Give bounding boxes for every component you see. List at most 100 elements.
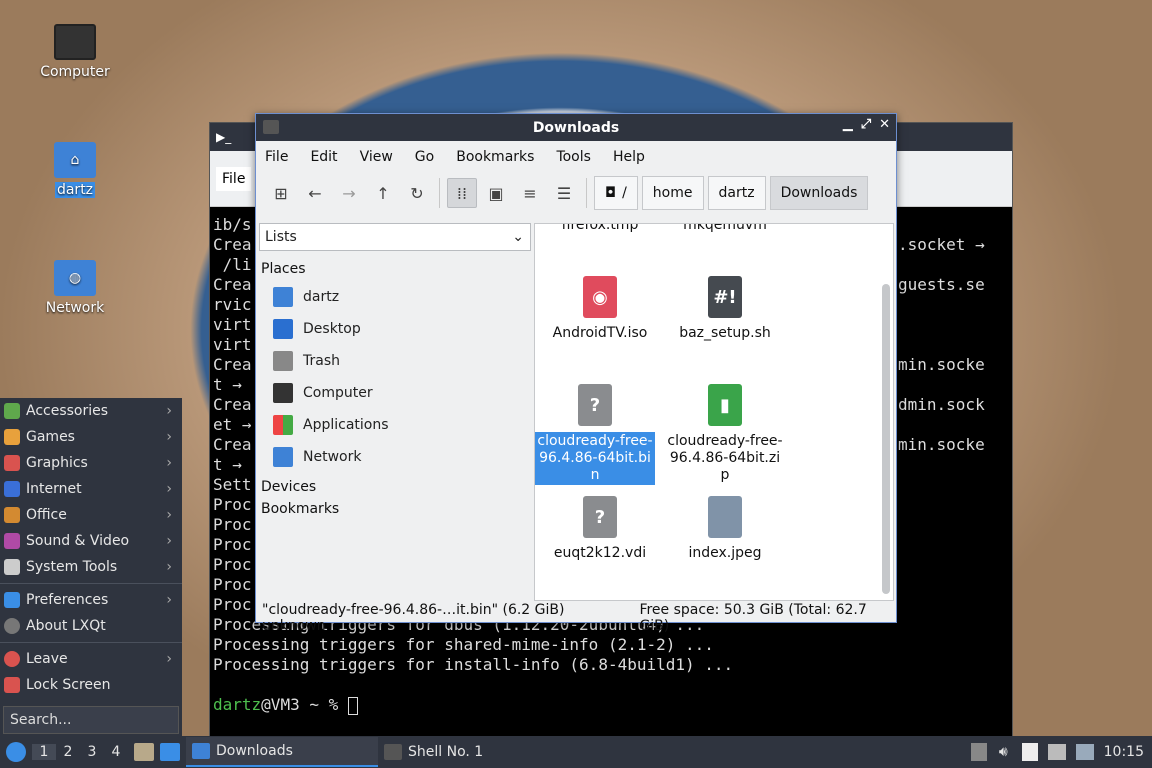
desktop-icon-label: Network [45,300,105,316]
place-desktop[interactable]: Desktop [259,313,531,345]
close-icon[interactable]: ✕ [879,117,890,132]
menu-item-office[interactable]: Office › [0,502,182,528]
menu-item-preferences[interactable]: Preferences › [0,587,182,613]
path-home-button[interactable]: home [641,176,704,210]
terminal-icon [384,744,402,760]
menu-item-system-tools[interactable]: System Tools › [0,554,182,580]
tray-updates-icon[interactable] [970,743,987,761]
place-trash[interactable]: Trash [259,345,531,377]
path-downloads-button[interactable]: Downloads [769,176,869,210]
reload-icon[interactable]: ↻ [402,178,432,208]
quicklaunch-file-manager-icon[interactable] [134,743,154,761]
back-arrow-icon[interactable]: ← [300,178,330,208]
menu-edit[interactable]: Edit [310,149,348,165]
terminal-prompt[interactable]: dartz@VM3 ~ % [213,695,1009,715]
menu-item-games[interactable]: Games › [0,424,182,450]
file-item-partial[interactable]: firefox.tmp [540,224,660,235]
workspace-1[interactable]: 1 [32,744,56,760]
menu-item-leave[interactable]: Leave › [0,646,182,672]
terminal-line-fragment [898,255,985,275]
new-tab-icon[interactable]: ⊞ [266,178,296,208]
menu-search-input[interactable]: Search... [3,706,179,734]
menu-tools[interactable]: Tools [556,149,602,165]
file-item[interactable]: ? cloudready-free-96.4.86-64bit.bin [535,384,655,485]
vertical-scrollbar[interactable] [882,284,890,594]
place-applications[interactable]: Applications [259,409,531,441]
show-desktop-icon[interactable] [160,743,180,761]
workspace-3[interactable]: 3 [80,744,104,760]
menu-item-lock-screen[interactable]: Lock Screen [0,672,182,698]
status-selection: "cloudready-free-96.4.86-…it.bin" (6.2 G… [262,602,565,634]
start-menu-button[interactable] [0,736,32,768]
side-pane-mode-select[interactable]: Lists ⌄ [259,223,531,251]
category-icon [4,507,20,523]
place-dartz[interactable]: dartz [259,281,531,313]
applications-icon [273,415,293,435]
file-item[interactable]: index.jpeg [665,496,785,563]
desktop-icon-network[interactable]: ◍ Network [35,260,115,316]
file-name: euqt2k12.vdi [553,545,647,561]
side-pane: Lists ⌄ Places dartz Desktop Trash Compu… [259,223,531,601]
file-name: AndroidTV.iso [552,325,648,341]
menu-go[interactable]: Go [415,149,445,165]
menu-item-about[interactable]: About LXQt [0,613,182,639]
maximize-icon[interactable]: ⤢ [861,117,871,132]
network-status-icon[interactable] [1047,744,1066,760]
terminal-line-fragment: guests.se [898,275,985,294]
menu-view[interactable]: View [360,149,404,165]
desktop-icon-dartz[interactable]: ⌂ dartz [35,142,115,198]
category-icon [4,403,20,419]
place-network[interactable]: Network [259,441,531,473]
terminal-line-fragment [898,375,985,395]
menu-item-internet[interactable]: Internet › [0,476,182,502]
path-root-button[interactable]: ◘ / [594,176,638,210]
menu-help[interactable]: Help [613,149,656,165]
toolbar-separator [586,178,587,208]
file-item[interactable]: #! baz_setup.sh [665,276,785,343]
file-item[interactable]: ◉ AndroidTV.iso [540,276,660,343]
clipboard-icon[interactable] [1021,743,1038,761]
compact-view-icon[interactable]: ≡ [515,178,545,208]
menu-item-graphics[interactable]: Graphics › [0,450,182,476]
file-item[interactable]: ? euqt2k12.vdi [540,496,660,563]
chevron-right-icon: › [166,403,172,419]
toolbar: ⊞ ← → ↑ ↻ ⁞⁞ ▣ ≡ ☰ ◘ / home dartz Downloa… [256,173,896,213]
menu-bookmarks[interactable]: Bookmarks [456,149,545,165]
file-item[interactable]: ▮ cloudready-free-96.4.86-64bit.zip [665,384,785,485]
menu-item-sound-video[interactable]: Sound & Video › [0,528,182,554]
up-arrow-icon[interactable]: ↑ [368,178,398,208]
icon-view-icon[interactable]: ⁞⁞ [447,178,477,208]
minimize-icon[interactable]: ▁ [843,117,853,132]
desktop-icon-computer[interactable]: Computer [35,24,115,80]
forward-arrow-icon[interactable]: → [334,178,364,208]
file-name: baz_setup.sh [679,325,771,341]
task-shell[interactable]: Shell No. 1 [378,737,570,767]
place-computer[interactable]: Computer [259,377,531,409]
thumbnail-view-icon[interactable]: ▣ [481,178,511,208]
archive-icon: ▮ [708,384,742,426]
workspace-2[interactable]: 2 [56,744,80,760]
task-downloads[interactable]: Downloads [186,737,378,767]
file-view[interactable]: firefox.tmp mkqemuvm ◉ AndroidTV.iso #! baz… [534,223,894,601]
window-title: Downloads [532,119,620,136]
notification-icon[interactable] [1075,744,1094,760]
menu-file[interactable]: File [265,149,299,165]
chevron-right-icon: › [166,481,172,497]
volume-icon[interactable]: 🔊︎ [999,744,1008,760]
window-titlebar[interactable]: Downloads ▁ ⤢ ✕ [256,114,896,141]
terminal-line-fragment [898,415,985,435]
file-item-partial[interactable]: mkqemuvm [665,224,785,235]
menu-item-accessories[interactable]: Accessories › [0,398,182,424]
terminal-menu-file[interactable]: File [216,166,252,191]
file-manager-window[interactable]: Downloads ▁ ⤢ ✕ File Edit View Go Bookma… [255,113,897,634]
detailed-list-icon[interactable]: ☰ [549,178,579,208]
workspace-4[interactable]: 4 [104,744,128,760]
status-bar: "cloudready-free-96.4.86-…it.bin" (6.2 G… [262,602,896,634]
terminal-line-fragment [898,295,985,315]
clock[interactable]: 10:15 [1104,744,1144,760]
network-icon [273,447,293,467]
terminal-line: Processing triggers for install-info (6.… [213,655,734,674]
network-folder-icon: ◍ [54,260,96,296]
image-thumbnail [708,496,742,538]
path-dartz-button[interactable]: dartz [707,176,766,210]
